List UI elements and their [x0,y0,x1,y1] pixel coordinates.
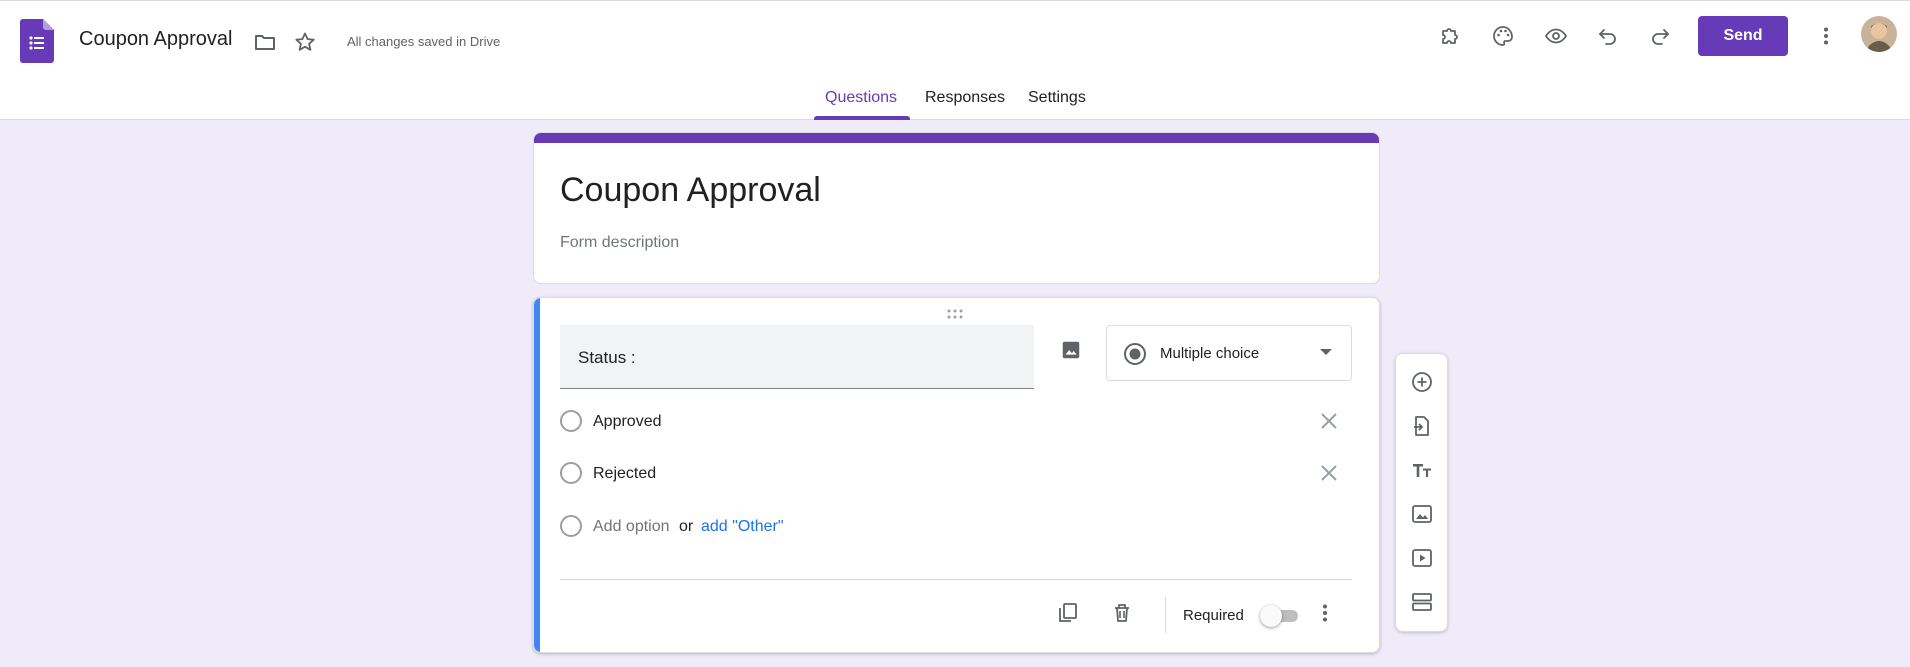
add-question-image-icon[interactable] [1057,336,1085,364]
avatar[interactable] [1861,16,1897,52]
floating-toolbar [1395,353,1448,632]
preview-eye-icon[interactable] [1542,22,1570,50]
redo-icon[interactable] [1646,22,1674,50]
option-label[interactable]: Approved [593,413,662,431]
header-accent-band [534,133,1379,143]
add-title-icon[interactable] [1408,456,1436,484]
add-option-row: Add option or add "Other" [560,511,1340,541]
duplicate-icon[interactable] [1054,599,1082,627]
question-title-input[interactable]: Status : [560,325,1034,389]
close-icon[interactable] [1319,411,1339,431]
divider [560,579,1352,580]
forms-app-icon[interactable] [20,19,54,63]
question-card[interactable]: Status : Multiple choice Approved Reject… [533,297,1380,653]
tab-responses[interactable]: Responses [925,89,1005,107]
list-item[interactable]: Rejected [560,458,1340,488]
palette-icon[interactable] [1489,22,1517,50]
delete-icon[interactable] [1108,599,1136,627]
add-image-icon[interactable] [1408,500,1436,528]
document-title[interactable]: Coupon Approval [79,28,232,51]
send-button[interactable]: Send [1698,16,1788,56]
undo-icon[interactable] [1594,22,1622,50]
save-status: All changes saved in Drive [347,34,501,49]
more-vert-icon[interactable] [1311,599,1339,627]
active-tab-indicator [814,116,910,120]
tab-settings[interactable]: Settings [1028,89,1086,107]
top-bar: Coupon Approval All changes saved in Dri… [0,0,1910,120]
radio-button [560,410,582,432]
form-description-field[interactable]: Form description [560,234,679,252]
folder-icon[interactable] [251,28,279,56]
form-header-card[interactable]: Coupon Approval Form description [533,132,1380,284]
more-vert-icon[interactable] [1812,22,1840,50]
addon-icon[interactable] [1436,22,1464,50]
radio-button [560,462,582,484]
radio-button [560,515,582,537]
add-other-link[interactable]: add "Other" [701,518,784,536]
option-label[interactable]: Rejected [593,465,656,483]
or-text: or [679,518,694,535]
list-item[interactable]: Approved [560,406,1340,436]
divider [1165,597,1166,633]
add-section-icon[interactable] [1408,588,1436,616]
add-question-icon[interactable] [1408,368,1436,396]
star-icon[interactable] [291,28,319,56]
required-toggle[interactable] [1260,605,1300,627]
tab-questions[interactable]: Questions [825,89,897,107]
form-title[interactable]: Coupon Approval [560,171,821,210]
active-question-indicator [534,298,540,652]
radio-checked-icon [1124,343,1146,365]
dropdown-arrow-icon [1320,349,1332,355]
close-icon[interactable] [1319,463,1339,483]
question-type-label: Multiple choice [1160,345,1260,362]
drag-handle-icon[interactable] [946,306,964,324]
required-label: Required [1183,607,1244,624]
question-title-text: Status : [578,348,636,367]
question-type-dropdown[interactable]: Multiple choice [1106,325,1352,381]
add-video-icon[interactable] [1408,544,1436,572]
import-questions-icon[interactable] [1408,412,1436,440]
add-option-button[interactable]: Add option [593,518,670,536]
